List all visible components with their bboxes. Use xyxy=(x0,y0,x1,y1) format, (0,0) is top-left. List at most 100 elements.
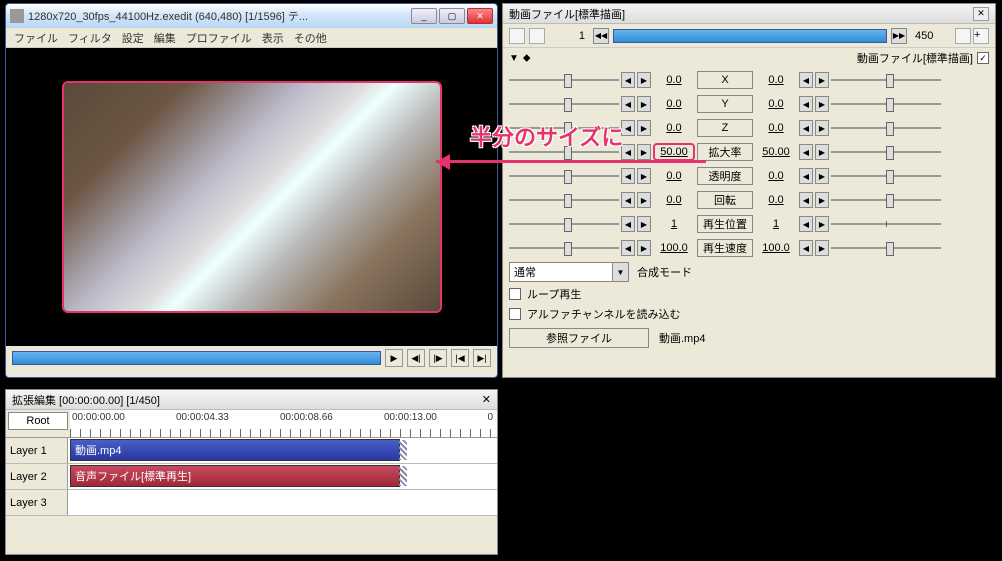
frame-end[interactable]: 450 xyxy=(911,30,951,42)
loop-checkbox[interactable] xyxy=(509,288,521,300)
menu-profile[interactable]: プロファイル xyxy=(186,30,252,46)
layer-label[interactable]: Layer 3 xyxy=(6,490,68,515)
value-left[interactable]: 0.0 xyxy=(653,194,695,206)
frame-seek-start-icon[interactable]: ◀◀ xyxy=(593,28,609,44)
param-label-button[interactable]: 再生速度 xyxy=(697,239,753,257)
param-label-button[interactable]: 拡大率 xyxy=(697,143,753,161)
inc-left-icon[interactable]: ▶ xyxy=(637,240,651,256)
slider-right[interactable] xyxy=(831,143,941,161)
dec-right-icon[interactable]: ◀ xyxy=(799,192,813,208)
play-button[interactable]: ▶ xyxy=(385,349,403,367)
props-titlebar[interactable]: 動画ファイル[標準描画] ✕ xyxy=(503,4,995,24)
timeline-titlebar[interactable]: 拡張編集 [00:00:00.00] [1/450] ✕ xyxy=(6,390,497,410)
dec-right-icon[interactable]: ◀ xyxy=(799,144,813,160)
param-label-button[interactable]: X xyxy=(697,71,753,89)
layer-label[interactable]: Layer 1 xyxy=(6,438,68,463)
go-end-button[interactable]: ▶| xyxy=(473,349,491,367)
value-left[interactable]: 0.0 xyxy=(653,74,695,86)
value-right[interactable]: 0.0 xyxy=(755,98,797,110)
menu-view[interactable]: 表示 xyxy=(262,30,284,46)
slider-right[interactable] xyxy=(831,95,941,113)
props-close-button[interactable]: ✕ xyxy=(973,7,989,21)
value-right[interactable]: 0.0 xyxy=(755,122,797,134)
step-fwd-button[interactable]: |▶ xyxy=(429,349,447,367)
step-back-button[interactable]: ◀| xyxy=(407,349,425,367)
slider-left[interactable] xyxy=(509,239,619,257)
dec-left-icon[interactable]: ◀ xyxy=(621,240,635,256)
slider-left[interactable] xyxy=(509,167,619,185)
value-right[interactable]: 0.0 xyxy=(755,194,797,206)
menu-filter[interactable]: フィルタ xyxy=(68,30,112,46)
toolbar-icon-1[interactable] xyxy=(509,28,525,44)
toolbar-icon-2[interactable] xyxy=(529,28,545,44)
slider-right[interactable] xyxy=(831,119,941,137)
value-left[interactable]: 50.00 xyxy=(653,143,695,161)
value-right[interactable]: 0.0 xyxy=(755,170,797,182)
menu-settings[interactable]: 設定 xyxy=(122,30,144,46)
inc-right-icon[interactable]: ▶ xyxy=(815,168,829,184)
value-left[interactable]: 0.0 xyxy=(653,122,695,134)
inc-left-icon[interactable]: ▶ xyxy=(637,192,651,208)
value-left[interactable]: 100.0 xyxy=(653,242,695,254)
titlebar[interactable]: 1280x720_30fps_44100Hz.exedit (640,480) … xyxy=(6,4,497,28)
menu-other[interactable]: その他 xyxy=(294,30,327,46)
frame-seek-end-icon[interactable]: ▶▶ xyxy=(891,28,907,44)
slider-right[interactable] xyxy=(831,167,941,185)
blend-mode-select[interactable]: 通常 ▼ xyxy=(509,262,629,282)
dec-right-icon[interactable]: ◀ xyxy=(799,216,813,232)
value-left[interactable]: 0.0 xyxy=(653,98,695,110)
layer-label[interactable]: Layer 2 xyxy=(6,464,68,489)
layer-track[interactable]: 音声ファイル[標準再生] xyxy=(68,464,497,489)
video-clip[interactable]: 動画.mp4 xyxy=(70,439,400,461)
menu-edit[interactable]: 編集 xyxy=(154,30,176,46)
value-left[interactable]: 1 xyxy=(653,218,695,230)
frame-seek-bar[interactable] xyxy=(613,29,887,43)
alpha-checkbox[interactable] xyxy=(509,308,521,320)
inc-right-icon[interactable]: ▶ xyxy=(815,144,829,160)
value-left[interactable]: 0.0 xyxy=(653,170,695,182)
param-label-button[interactable]: 再生位置 xyxy=(697,215,753,233)
inc-right-icon[interactable]: ▶ xyxy=(815,192,829,208)
dec-left-icon[interactable]: ◀ xyxy=(621,96,635,112)
inc-left-icon[interactable]: ▶ xyxy=(637,72,651,88)
frame-start[interactable]: 1 xyxy=(549,30,589,42)
dec-right-icon[interactable]: ◀ xyxy=(799,72,813,88)
inc-left-icon[interactable]: ▶ xyxy=(637,144,651,160)
ruler-area[interactable]: 00:00:00.00 00:00:04.33 00:00:08.66 00:0… xyxy=(70,410,497,437)
timeline-close-button[interactable]: ✕ xyxy=(482,393,491,406)
slider-left[interactable] xyxy=(509,95,619,113)
slider-right[interactable] xyxy=(831,191,941,209)
inc-right-icon[interactable]: ▶ xyxy=(815,240,829,256)
chevron-down-icon[interactable]: ▼ xyxy=(612,263,628,281)
slider-left[interactable] xyxy=(509,215,619,233)
dec-left-icon[interactable]: ◀ xyxy=(621,192,635,208)
param-label-button[interactable]: 回転 xyxy=(697,191,753,209)
toolbar-icon-3[interactable] xyxy=(955,28,971,44)
dec-left-icon[interactable]: ◀ xyxy=(621,216,635,232)
value-right[interactable]: 0.0 xyxy=(755,74,797,86)
root-button[interactable]: Root xyxy=(8,412,68,430)
audio-clip[interactable]: 音声ファイル[標準再生] xyxy=(70,465,400,487)
inc-right-icon[interactable]: ▶ xyxy=(815,120,829,136)
seek-track[interactable] xyxy=(12,351,381,365)
inc-right-icon[interactable]: ▶ xyxy=(815,96,829,112)
inc-right-icon[interactable]: ▶ xyxy=(815,72,829,88)
dec-right-icon[interactable]: ◀ xyxy=(799,120,813,136)
go-start-button[interactable]: |◀ xyxy=(451,349,469,367)
layer-track[interactable]: 動画.mp4 xyxy=(68,438,497,463)
minimize-button[interactable]: _ xyxy=(411,8,437,24)
dec-right-icon[interactable]: ◀ xyxy=(799,96,813,112)
dec-left-icon[interactable]: ◀ xyxy=(621,168,635,184)
toolbar-plus-icon[interactable]: + xyxy=(973,28,989,44)
slider-right[interactable] xyxy=(831,215,941,233)
layer-track[interactable] xyxy=(68,490,497,515)
reference-file-button[interactable]: 参照ファイル xyxy=(509,328,649,348)
close-button[interactable]: ✕ xyxy=(467,8,493,24)
value-right[interactable]: 1 xyxy=(755,218,797,230)
value-right[interactable]: 50.00 xyxy=(755,146,797,158)
param-label-button[interactable]: Y xyxy=(697,95,753,113)
dec-right-icon[interactable]: ◀ xyxy=(799,168,813,184)
collapse-toggle-icon[interactable]: ▼ xyxy=(509,53,519,64)
slider-right[interactable] xyxy=(831,239,941,257)
param-label-button[interactable]: 透明度 xyxy=(697,167,753,185)
